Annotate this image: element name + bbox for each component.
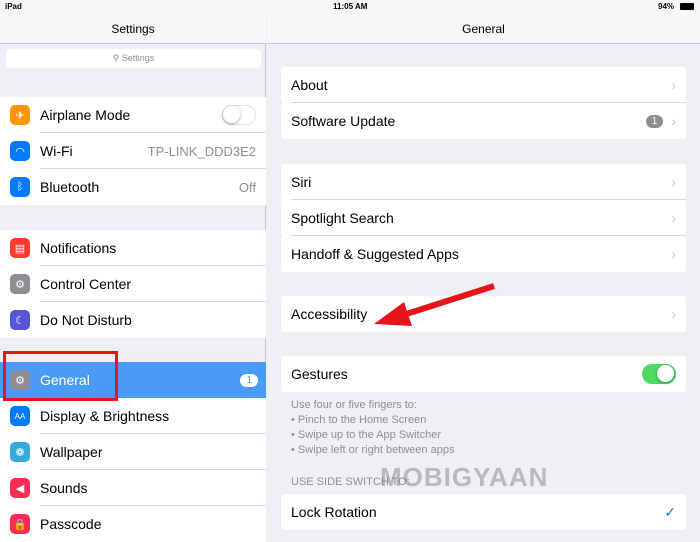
search-placeholder: Settings <box>121 53 155 63</box>
gestures-note-line: • Pinch to the Home Screen <box>291 414 427 426</box>
row-label: Siri <box>291 174 312 190</box>
gestures-toggle[interactable] <box>642 364 676 384</box>
chevron-right-icon: › <box>671 174 676 190</box>
sidebar-title: Settings <box>0 14 266 44</box>
sidebar-item-label: Bluetooth <box>40 179 100 195</box>
general-item-handoff-suggested-apps[interactable]: Handoff & Suggested Apps › <box>281 236 686 272</box>
sidebar-item-label: Display & Brightness <box>40 408 170 424</box>
notifications-icon: ▤ <box>10 238 30 258</box>
sidebar-item-sounds[interactable]: ◀ Sounds <box>0 470 266 506</box>
sidebar-item-wi-fi[interactable]: ◠ Wi-Fi TP-LINK_DDD3E2 <box>0 133 266 169</box>
sidebar-item-label: Sounds <box>40 480 88 496</box>
page-title: General <box>267 14 700 44</box>
battery-icon <box>680 3 694 10</box>
sidebar-item-value: Off <box>238 179 256 195</box>
checkmark-icon: ✓ <box>664 503 676 520</box>
chevron-right-icon: › <box>671 246 676 262</box>
time: 11:05 AM <box>333 2 368 11</box>
update-badge: 1 <box>240 373 258 387</box>
row-label: About <box>291 77 328 93</box>
general-item-software-update[interactable]: Software Update 1 › <box>281 103 686 139</box>
sidebar-item-wallpaper[interactable]: ❁ Wallpaper <box>0 434 266 470</box>
sidebar-item-label: Passcode <box>40 516 102 532</box>
wallpaper-icon: ❁ <box>10 442 30 462</box>
sidebar-item-bluetooth[interactable]: ᛒ Bluetooth Off <box>0 169 266 205</box>
chevron-right-icon: › <box>671 113 676 129</box>
sidebar-item-label: Airplane Mode <box>40 107 131 123</box>
highlight-box-annotation <box>3 351 118 401</box>
chevron-right-icon: › <box>671 77 676 93</box>
sidebar-item-value: TP-LINK_DDD3E2 <box>147 143 256 159</box>
sidebar-item-passcode[interactable]: 🔒 Passcode <box>0 506 266 542</box>
status-bar: iPad 11:05 AM 94% <box>0 0 700 14</box>
sidebar-item-display-brightness[interactable]: AA Display & Brightness <box>0 398 266 434</box>
sidebar-item-notifications[interactable]: ▤ Notifications <box>0 230 266 266</box>
battery-level: 94% <box>658 2 675 11</box>
chevron-right-icon: › <box>671 306 676 322</box>
control-center-icon: ⚙ <box>10 274 30 294</box>
gestures-note-line: Use four or five fingers to: <box>291 399 417 411</box>
airplane-mode-toggle[interactable] <box>222 105 256 125</box>
sidebar-item-label: Wallpaper <box>40 444 103 460</box>
sidebar-item-label: Notifications <box>40 240 117 256</box>
device-label: iPad <box>5 2 22 11</box>
row-label: Lock Rotation <box>291 504 377 520</box>
sidebar-item-label: Wi-Fi <box>40 143 73 159</box>
wifi-icon: ◠ <box>10 141 30 161</box>
arrow-annotation <box>374 283 495 326</box>
general-item-about[interactable]: About › <box>281 67 686 103</box>
sounds-icon: ◀ <box>10 478 30 498</box>
passcode-icon: 🔒 <box>10 514 30 534</box>
sidebar-item-airplane-mode[interactable]: ✈ Airplane Mode <box>0 97 266 133</box>
airplane-icon: ✈ <box>10 105 30 125</box>
general-item-siri[interactable]: Siri › <box>281 164 686 200</box>
bluetooth-icon: ᛒ <box>10 177 30 197</box>
sidebar-item-do-not-disturb[interactable]: ☾ Do Not Disturb <box>0 302 266 338</box>
general-item-spotlight-search[interactable]: Spotlight Search › <box>281 200 686 236</box>
gestures-note-line: • Swipe up to the App Switcher <box>291 429 441 441</box>
update-badge: 1 <box>645 114 664 128</box>
general-item-gestures[interactable]: Gestures <box>281 356 686 392</box>
sidebar-item-label: Do Not Disturb <box>40 312 132 328</box>
gestures-note-line: • Swipe left or right between apps <box>291 444 455 456</box>
watermark-logo: MOBIGYAAN <box>380 462 549 492</box>
sidebar-item-control-center[interactable]: ⚙ Control Center <box>0 266 266 302</box>
settings-sidebar: Settings ⚲ Settings ✈ Airplane Mode ◠ Wi-Fi… <box>0 0 266 542</box>
display-icon: AA <box>10 406 30 426</box>
search-input[interactable]: ⚲ Settings <box>6 49 261 68</box>
sidebar-item-label: Control Center <box>40 276 132 292</box>
row-label: Software Update <box>291 113 396 129</box>
moon-icon: ☾ <box>10 310 30 330</box>
row-label: Accessibility <box>291 306 368 322</box>
chevron-right-icon: › <box>671 210 676 226</box>
row-label: Spotlight Search <box>291 210 394 226</box>
row-label: Gestures <box>291 366 348 382</box>
row-label: Handoff & Suggested Apps <box>291 246 459 262</box>
